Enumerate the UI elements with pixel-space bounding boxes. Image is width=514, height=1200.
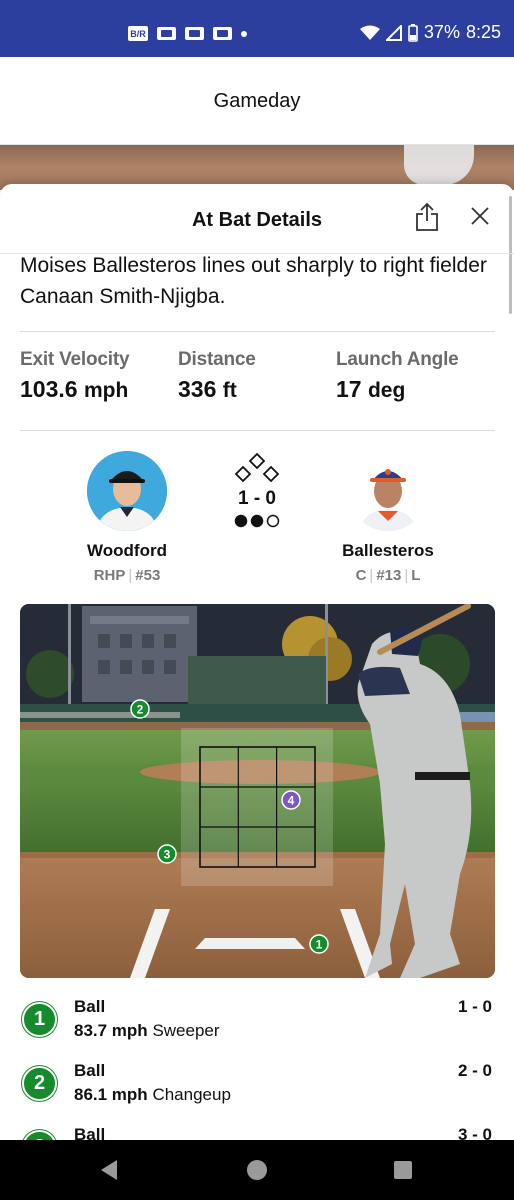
out-filled-dot [234,514,248,528]
out-filled-dot [250,514,264,528]
strike-zone-view[interactable]: 400 1 [20,604,495,978]
stat-label: Exit Velocity [20,349,130,370]
pitch-number-badge: 2 [22,1066,57,1101]
mlb-notification-icon [185,27,204,40]
out-empty-dot [266,514,280,528]
pitch-marker-4[interactable]: 4 [281,790,301,810]
svg-text:2: 2 [137,703,144,717]
svg-text:3: 3 [164,848,171,862]
pitcher-meta: RHP | #53 [93,567,161,584]
notification-icons: B/R [128,26,247,41]
home-icon[interactable] [247,1160,267,1180]
stat-launch-angle: Launch Angle 17 deg [336,349,459,403]
close-icon[interactable] [468,204,492,228]
stat-exit-velocity: Exit Velocity 103.6 mph [20,349,130,403]
batter-name: Ballesteros [342,541,434,560]
stat-value: 17 deg [336,376,406,402]
pitch-number-badge: 3 [22,1130,57,1140]
sheet-header: At Bat Details [0,184,514,254]
stat-value: 336 ft [178,376,237,402]
pitch-row[interactable]: 3 Ball 3 - 0 [0,1125,514,1140]
pitch-count: 3 - 0 [457,1125,492,1140]
pitch-marker-3[interactable]: 3 [157,844,177,864]
pitch-result: Ball [74,1061,106,1080]
pitch-count: 1 - 0 [457,997,492,1016]
pitch-detail: 83.7 mph Sweeper [74,1021,220,1040]
battery-percent: 37% [423,22,460,42]
bases-diagram [234,452,280,483]
app-header: Gameday [0,57,514,145]
signal-icon [385,24,402,41]
ball-strike-count: 1 - 0 [237,488,277,509]
svg-text:4: 4 [288,794,295,808]
pitcher-avatar[interactable] [87,451,167,531]
pitch-marker-1[interactable]: 1 [309,934,329,954]
stat-distance: Distance 336 ft [178,349,256,403]
system-nav-bar [0,1140,514,1200]
stat-label: Distance [178,349,256,370]
batter-meta: C | #13 | L [355,567,421,584]
pitch-row[interactable]: 2 Ball 86.1 mph Changeup 2 - 0 [0,1061,514,1123]
pitch-marker-2[interactable]: 2 [130,699,150,719]
back-icon[interactable] [99,1159,119,1181]
stat-value: 103.6 mph [20,376,129,402]
pitch-result: Ball [74,997,106,1016]
svg-text:1: 1 [316,938,323,952]
divider [20,430,495,431]
at-bat-details-sheet: At Bat Details Moises Ballesteros lines … [0,184,514,1140]
wifi-icon [359,25,380,40]
battery-icon [408,23,418,42]
outs-indicator [234,514,280,528]
pitch-number-badge: 1 [22,1002,57,1037]
system-status: 37% 8:25 [359,22,501,43]
page-title: Gameday [213,90,301,112]
pitch-result: Ball [74,1125,106,1140]
bleacher-report-icon: B/R [128,26,148,41]
pitch-row[interactable]: 1 Ball 83.7 mph Sweeper 1 - 0 [0,997,514,1059]
mlb-notification-icon [213,27,232,40]
clock: 8:25 [465,22,501,42]
batter-avatar[interactable] [348,451,428,531]
mlb-notification-icon [157,27,176,40]
status-bar: B/R 37% 8:25 [0,0,514,57]
play-description: Moises Ballesteros lines out sharply to … [20,254,487,308]
more-notifications-icon [241,30,247,37]
divider [20,331,495,332]
pitch-count: 2 - 0 [457,1061,492,1080]
pitcher-name: Woodford [87,541,167,560]
pitch-detail: 86.1 mph Changeup [74,1085,231,1104]
share-icon[interactable] [414,202,440,232]
recents-icon[interactable] [394,1161,412,1179]
stat-label: Launch Angle [336,349,459,370]
